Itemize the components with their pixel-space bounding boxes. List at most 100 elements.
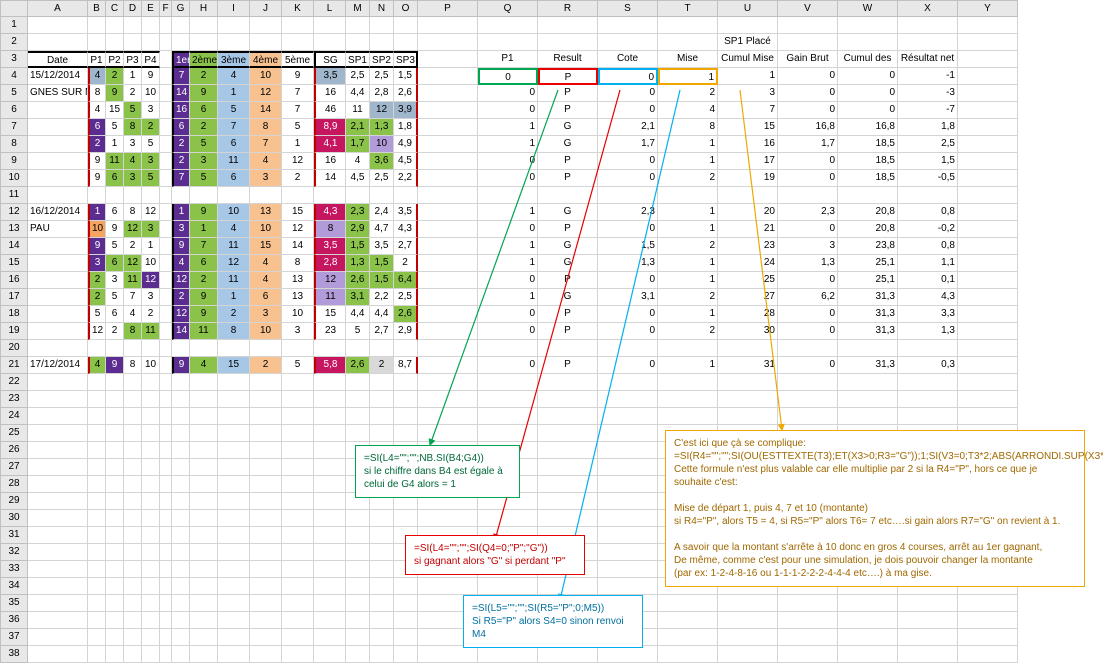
cell-B23[interactable] — [88, 391, 106, 408]
cell-F16[interactable] — [160, 272, 172, 289]
cell-T4[interactable]: 1 — [658, 68, 718, 85]
column-header-W[interactable]: W — [838, 0, 898, 17]
cell-R18[interactable]: P — [538, 306, 598, 323]
cell-W5[interactable]: 0 — [838, 85, 898, 102]
cell-Y21[interactable] — [958, 357, 1018, 374]
cell-J12[interactable]: 13 — [250, 204, 282, 221]
cell-D36[interactable] — [124, 612, 142, 629]
cell-T8[interactable]: 1 — [658, 136, 718, 153]
cell-Y4[interactable] — [958, 68, 1018, 85]
row-header-8[interactable]: 8 — [0, 136, 28, 153]
cell-P16[interactable] — [418, 272, 478, 289]
cell-N19[interactable]: 2,7 — [370, 323, 394, 340]
cell-H5[interactable]: 9 — [190, 85, 218, 102]
cell-O34[interactable] — [394, 578, 418, 595]
cell-R8[interactable]: G — [538, 136, 598, 153]
cell-H19[interactable]: 11 — [190, 323, 218, 340]
column-header-S[interactable]: S — [598, 0, 658, 17]
cell-L27[interactable] — [314, 459, 346, 476]
cell-U23[interactable] — [718, 391, 778, 408]
cell-B9[interactable]: 9 — [88, 153, 106, 170]
cell-Q7[interactable]: 1 — [478, 119, 538, 136]
cell-F26[interactable] — [160, 442, 172, 459]
cell-M32[interactable] — [346, 544, 370, 561]
cell-N16[interactable]: 1,5 — [370, 272, 394, 289]
cell-J19[interactable]: 10 — [250, 323, 282, 340]
cell-J28[interactable] — [250, 476, 282, 493]
cell-J5[interactable]: 12 — [250, 85, 282, 102]
cell-X19[interactable]: 1,3 — [898, 323, 958, 340]
cell-L25[interactable] — [314, 425, 346, 442]
cell-N2[interactable] — [370, 34, 394, 51]
cell-J11[interactable] — [250, 187, 282, 204]
cell-V17[interactable]: 6,2 — [778, 289, 838, 306]
cell-Y19[interactable] — [958, 323, 1018, 340]
cell-S28[interactable] — [598, 476, 658, 493]
cell-D22[interactable] — [124, 374, 142, 391]
cell-B38[interactable] — [88, 646, 106, 663]
cell-U14[interactable]: 23 — [718, 238, 778, 255]
cell-C1[interactable] — [106, 17, 124, 34]
cell-A33[interactable] — [28, 561, 88, 578]
cell-S6[interactable]: 0 — [598, 102, 658, 119]
column-header-M[interactable]: M — [346, 0, 370, 17]
cell-X18[interactable]: 3,3 — [898, 306, 958, 323]
cell-O30[interactable] — [394, 510, 418, 527]
cell-D3[interactable]: P3 — [124, 51, 142, 68]
cell-M10[interactable]: 4,5 — [346, 170, 370, 187]
cell-T6[interactable]: 4 — [658, 102, 718, 119]
cell-C15[interactable]: 6 — [106, 255, 124, 272]
cell-F29[interactable] — [160, 493, 172, 510]
cell-P8[interactable] — [418, 136, 478, 153]
cell-J4[interactable]: 10 — [250, 68, 282, 85]
cell-J29[interactable] — [250, 493, 282, 510]
cell-Y38[interactable] — [958, 646, 1018, 663]
cell-L30[interactable] — [314, 510, 346, 527]
column-header-F[interactable]: F — [160, 0, 172, 17]
column-header-L[interactable]: L — [314, 0, 346, 17]
cell-K38[interactable] — [282, 646, 314, 663]
cell-G9[interactable]: 2 — [172, 153, 190, 170]
cell-S16[interactable]: 0 — [598, 272, 658, 289]
cell-B30[interactable] — [88, 510, 106, 527]
cell-C38[interactable] — [106, 646, 124, 663]
cell-S31[interactable] — [598, 527, 658, 544]
cell-C31[interactable] — [106, 527, 124, 544]
cell-H37[interactable] — [190, 629, 218, 646]
cell-R15[interactable]: G — [538, 255, 598, 272]
cell-B12[interactable]: 1 — [88, 204, 106, 221]
cell-N25[interactable] — [370, 425, 394, 442]
cell-L18[interactable]: 15 — [314, 306, 346, 323]
cell-R22[interactable] — [538, 374, 598, 391]
cell-E27[interactable] — [142, 459, 160, 476]
cell-P22[interactable] — [418, 374, 478, 391]
cell-J14[interactable]: 15 — [250, 238, 282, 255]
cell-N20[interactable] — [370, 340, 394, 357]
cell-G10[interactable]: 7 — [172, 170, 190, 187]
cell-F4[interactable] — [160, 68, 172, 85]
cell-L35[interactable] — [314, 595, 346, 612]
cell-T1[interactable] — [658, 17, 718, 34]
cell-O7[interactable]: 1,8 — [394, 119, 418, 136]
cell-S23[interactable] — [598, 391, 658, 408]
cell-U16[interactable]: 25 — [718, 272, 778, 289]
cell-V4[interactable]: 0 — [778, 68, 838, 85]
row-header-16[interactable]: 16 — [0, 272, 28, 289]
cell-D13[interactable]: 12 — [124, 221, 142, 238]
cell-E23[interactable] — [142, 391, 160, 408]
cell-N13[interactable]: 4,7 — [370, 221, 394, 238]
cell-H22[interactable] — [190, 374, 218, 391]
cell-K3[interactable]: 5ème — [282, 51, 314, 68]
cell-I25[interactable] — [218, 425, 250, 442]
cell-E26[interactable] — [142, 442, 160, 459]
cell-X15[interactable]: 1,1 — [898, 255, 958, 272]
cell-T3[interactable]: Mise — [658, 51, 718, 68]
cell-N7[interactable]: 1,3 — [370, 119, 394, 136]
cell-L38[interactable] — [314, 646, 346, 663]
cell-M7[interactable]: 2,1 — [346, 119, 370, 136]
cell-Y1[interactable] — [958, 17, 1018, 34]
cell-H26[interactable] — [190, 442, 218, 459]
cell-X8[interactable]: 2,5 — [898, 136, 958, 153]
cell-V36[interactable] — [778, 612, 838, 629]
cell-Q9[interactable]: 0 — [478, 153, 538, 170]
